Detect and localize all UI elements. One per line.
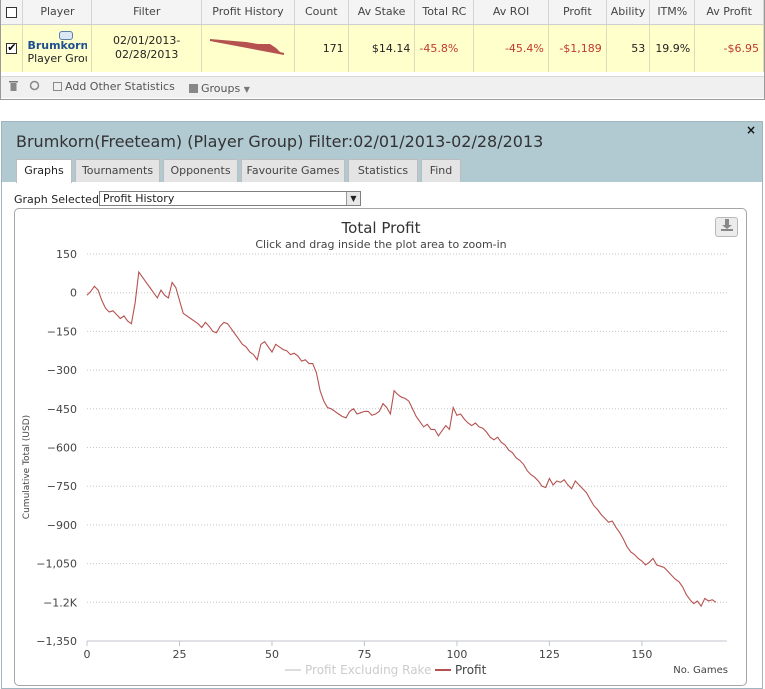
select-all-header[interactable] xyxy=(1,0,24,25)
ability-cell: 53 xyxy=(606,24,651,72)
y-tick-label: −1,350 xyxy=(36,635,77,648)
profit-chart[interactable]: Total Profit Click and drag inside the p… xyxy=(15,209,746,685)
tab-opponents[interactable]: Opponents xyxy=(163,159,238,182)
header-av-profit[interactable]: Av Profit xyxy=(694,0,764,25)
y-axis-ticks: 150 0 −150 −300 −450 −600 −750 −900 −1,050 −1.2K −… xyxy=(36,248,77,648)
dialog-header: Brumkorn(Freeteam) (Player Group) Filter… xyxy=(2,122,762,183)
profit-history-cell[interactable] xyxy=(201,24,295,72)
x-tick-label: 25 xyxy=(172,648,186,661)
total-rc-cell: -45.8% xyxy=(414,24,475,72)
groups-label: Groups xyxy=(201,82,241,95)
filter-end: 02/28/2013 xyxy=(115,48,179,62)
tab-find[interactable]: Find xyxy=(421,159,461,182)
add-statistics-icon xyxy=(53,82,62,91)
profit-sparkline[interactable] xyxy=(209,36,286,58)
filter-cell: 02/01/2013- 02/28/2013 xyxy=(91,24,202,72)
x-axis-ticks: 0 25 50 75 100 125 150 xyxy=(84,641,652,661)
player-stats-panel: Player Filter Profit History Count Av St… xyxy=(0,0,765,100)
header-profit[interactable]: Profit xyxy=(548,0,607,25)
graph-select-value: Profit History xyxy=(103,192,175,205)
y-tick-label: −300 xyxy=(47,364,77,377)
header-player[interactable]: Player xyxy=(22,0,93,25)
itm-cell: 19.9% xyxy=(649,24,696,72)
y-tick-label: −450 xyxy=(47,403,77,416)
groups-button[interactable]: Groups ▼ xyxy=(189,82,250,95)
add-statistics-label: Add Other Statistics xyxy=(65,80,175,93)
chart-container[interactable]: Total Profit Click and drag inside the p… xyxy=(14,208,747,686)
chart-legend[interactable]: Profit Excluding Rake Profit xyxy=(285,663,487,677)
x-tick-label: 125 xyxy=(539,648,560,661)
header-filter[interactable]: Filter xyxy=(91,0,202,25)
legend-profit-excl-rake[interactable]: Profit Excluding Rake xyxy=(305,663,431,677)
groups-icon xyxy=(189,84,198,93)
header-ability[interactable]: Ability xyxy=(606,0,651,25)
header-count[interactable]: Count xyxy=(294,0,349,25)
graph-select-dropdown[interactable]: Profit History ▼ xyxy=(99,191,361,206)
dialog-title: Brumkorn(Freeteam) (Player Group) Filter… xyxy=(16,132,544,151)
header-profit-history[interactable]: Profit History xyxy=(201,0,295,25)
stats-toolbar: Add Other Statistics Groups ▼ xyxy=(1,76,764,98)
y-tick-label: −1,050 xyxy=(36,558,77,571)
trash-icon[interactable] xyxy=(9,80,18,94)
x-tick-label: 0 xyxy=(84,648,91,661)
legend-profit[interactable]: Profit xyxy=(455,663,487,677)
y-tick-label: −900 xyxy=(47,519,77,532)
refresh-icon[interactable] xyxy=(29,80,40,94)
chevron-down-icon: ▼ xyxy=(346,192,360,205)
y-tick-label: −1.2K xyxy=(43,596,78,609)
chart-series xyxy=(86,270,717,608)
profit-cell: -$1,189 xyxy=(548,24,607,72)
header-itm[interactable]: ITM% xyxy=(649,0,696,25)
x-tick-label: 100 xyxy=(446,648,467,661)
player-cell[interactable]: Brumkorn( Player Group xyxy=(22,24,93,72)
table-row[interactable]: Brumkorn( Player Group 02/01/2013- 02/28… xyxy=(1,24,764,72)
graph-selected-label: Graph Selected: xyxy=(14,193,103,206)
header-av-roi[interactable]: Av ROI xyxy=(473,0,549,25)
x-tick-label: 75 xyxy=(357,648,371,661)
player-group-dialog: Brumkorn(Freeteam) (Player Group) Filter… xyxy=(1,121,763,689)
add-statistics-button[interactable]: Add Other Statistics xyxy=(53,80,175,93)
player-stats-table: Player Filter Profit History Count Av St… xyxy=(1,0,764,72)
chart-title: Total Profit xyxy=(341,219,421,237)
y-axis-label: Cumulative Total (USD) xyxy=(22,415,32,519)
tab-statistics[interactable]: Statistics xyxy=(348,159,418,182)
download-button[interactable] xyxy=(715,217,738,237)
chart-subtitle: Click and drag inside the plot area to z… xyxy=(255,238,506,251)
tab-favourite-games[interactable]: Favourite Games xyxy=(241,159,345,182)
y-tick-label: 150 xyxy=(56,248,77,261)
header-total-rc[interactable]: Total RC xyxy=(414,0,475,25)
profit-series-line[interactable] xyxy=(86,270,717,608)
player-name[interactable]: Brumkorn( xyxy=(27,39,87,52)
chevron-down-icon: ▼ xyxy=(243,85,250,94)
row-checkbox[interactable] xyxy=(6,41,18,55)
y-tick-label: −150 xyxy=(47,325,77,338)
av-profit-cell: -$6.95 xyxy=(694,24,764,72)
header-av-stake[interactable]: Av Stake xyxy=(348,0,416,25)
count-cell: 171 xyxy=(294,24,349,72)
download-icon xyxy=(720,219,733,231)
x-tick-label: 150 xyxy=(631,648,652,661)
x-axis-label: No. Games xyxy=(673,665,728,676)
stats-header-row: Player Filter Profit History Count Av St… xyxy=(1,0,764,25)
sparkline-area xyxy=(209,38,284,55)
player-group-icon xyxy=(59,30,74,40)
av-roi-cell: -45.4% xyxy=(473,24,549,72)
filter-start: 02/01/2013- xyxy=(113,34,181,48)
player-type: Player Group xyxy=(27,52,87,66)
x-tick-label: 50 xyxy=(265,648,279,661)
close-icon[interactable]: × xyxy=(746,123,756,137)
tab-graphs[interactable]: Graphs xyxy=(16,159,72,183)
row-select[interactable] xyxy=(1,24,24,72)
y-tick-label: −600 xyxy=(47,442,77,455)
tab-tournaments[interactable]: Tournaments xyxy=(75,159,160,182)
av-stake-cell: $14.14 xyxy=(348,24,416,72)
y-tick-label: −750 xyxy=(47,480,77,493)
select-all-checkbox[interactable] xyxy=(6,6,18,18)
y-tick-label: 0 xyxy=(70,287,77,300)
